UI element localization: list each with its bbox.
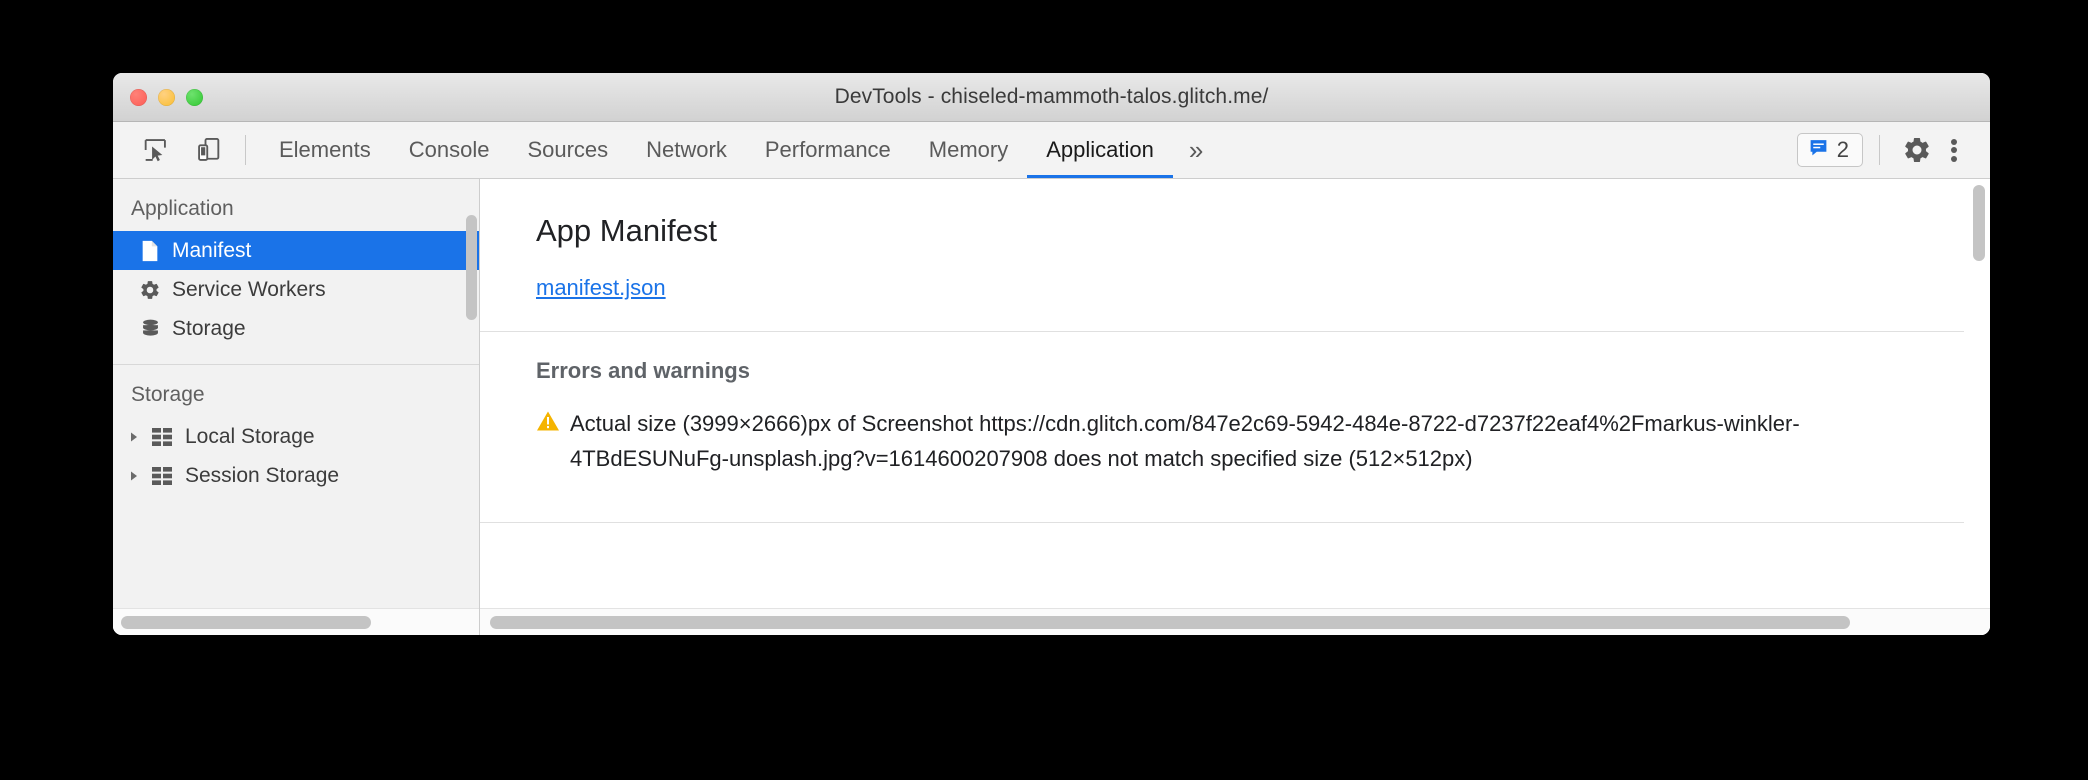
manifest-header-section: App Manifest manifest.json	[480, 179, 1964, 331]
section-divider	[480, 522, 1964, 523]
devtools-toolbar: Elements Console Sources Network Perform…	[113, 122, 1990, 179]
tab-network[interactable]: Network	[627, 122, 746, 178]
scrollbar-thumb[interactable]	[490, 615, 1850, 629]
tab-console[interactable]: Console	[390, 122, 509, 178]
sidebar-item-local-storage[interactable]: Local Storage	[113, 417, 479, 456]
sidebar-item-storage[interactable]: Storage	[113, 309, 479, 348]
warning-row: Actual size (3999×2666)px of Screenshot …	[536, 406, 1964, 476]
sidebar-item-label: Storage	[172, 316, 246, 340]
tabs-overflow-button[interactable]: »	[1173, 122, 1217, 178]
manifest-panel: App Manifest manifest.json Errors and wa…	[480, 179, 1990, 635]
table-grid-icon	[152, 465, 174, 487]
tab-label: Elements	[279, 137, 371, 162]
messages-count: 2	[1836, 137, 1849, 162]
sidebar-section-storage: Storage Local Storage Session Storage	[113, 365, 479, 505]
close-window-button[interactable]	[130, 88, 147, 106]
dot	[1951, 155, 1957, 162]
vertical-dots-icon[interactable]	[1938, 129, 1970, 171]
chevron-right-icon[interactable]	[127, 431, 141, 443]
tab-label: Sources	[527, 137, 609, 162]
sidebar-scroll-area: Application Manifest Service Workers Sto…	[113, 179, 479, 608]
main-horizontal-scrollbar[interactable]	[480, 608, 1990, 635]
warning-triangle-icon	[536, 410, 560, 437]
sidebar-horizontal-scrollbar[interactable]	[113, 608, 479, 635]
minimize-window-button[interactable]	[158, 88, 175, 106]
sidebar-section-title: Storage	[131, 383, 205, 406]
gear-icon	[139, 279, 161, 301]
tab-label: Network	[646, 137, 727, 162]
sidebar-item-label: Local Storage	[185, 424, 315, 448]
scrollbar-thumb[interactable]	[121, 615, 371, 629]
tab-label: Application	[1046, 137, 1154, 162]
maximize-window-button[interactable]	[186, 88, 203, 106]
dot	[1951, 147, 1957, 153]
manifest-scroll-area: App Manifest manifest.json Errors and wa…	[480, 179, 1990, 608]
main-vertical-scrollbar[interactable]	[1973, 185, 1985, 602]
scrollbar-thumb[interactable]	[466, 215, 477, 320]
tab-label: Console	[408, 137, 490, 162]
tab-elements[interactable]: Elements	[260, 122, 390, 178]
messages-badge[interactable]: 2	[1796, 133, 1863, 167]
sidebar-section-title: Application	[131, 197, 234, 220]
toolbar-right-divider	[1879, 135, 1880, 165]
message-bubble-icon	[1808, 137, 1829, 163]
tab-memory[interactable]: Memory	[910, 122, 1027, 178]
database-icon	[139, 318, 161, 340]
toolbar-right-controls: 2	[1796, 122, 1990, 178]
application-sidebar: Application Manifest Service Workers Sto…	[113, 179, 480, 635]
window-titlebar: DevTools - chiseled-mammoth-talos.glitch…	[113, 73, 1990, 122]
sidebar-item-label: Service Workers	[172, 277, 326, 301]
chevron-double-right-icon: »	[1188, 134, 1204, 165]
sidebar-section-application: Application Manifest Service Workers Sto…	[113, 179, 479, 358]
device-toolbar-icon[interactable]	[189, 130, 229, 170]
window-title: DevTools - chiseled-mammoth-talos.glitch…	[834, 85, 1269, 108]
toolbar-divider	[245, 135, 246, 165]
sidebar-vertical-scrollbar[interactable]	[466, 183, 477, 604]
chevron-right-icon[interactable]	[127, 470, 141, 482]
sidebar-item-label: Session Storage	[185, 463, 340, 487]
sidebar-item-session-storage[interactable]: Session Storage	[113, 456, 479, 495]
sidebar-item-service-workers[interactable]: Service Workers	[113, 270, 479, 309]
scrollbar-thumb[interactable]	[1973, 185, 1985, 261]
panel-tabs: Elements Console Sources Network Perform…	[260, 122, 1217, 178]
dot	[1951, 138, 1957, 145]
tab-application[interactable]: Application	[1027, 122, 1173, 178]
sidebar-item-manifest[interactable]: Manifest	[113, 231, 479, 270]
toolbar-left-icons	[113, 122, 229, 178]
inspect-cursor-icon[interactable]	[135, 130, 175, 170]
tab-performance[interactable]: Performance	[746, 122, 910, 178]
manifest-json-link[interactable]: manifest.json	[536, 275, 666, 301]
manifest-content: App Manifest manifest.json Errors and wa…	[480, 179, 1990, 608]
tab-label: Performance	[764, 137, 891, 162]
errors-section-title: Errors and warnings	[536, 358, 750, 383]
traffic-lights	[130, 73, 203, 121]
devtools-body: Application Manifest Service Workers Sto…	[113, 179, 1990, 635]
sidebar-item-label: Manifest	[172, 238, 252, 262]
warning-message: Actual size (3999×2666)px of Screenshot …	[570, 411, 1800, 471]
tab-label: Memory	[928, 137, 1009, 162]
errors-and-warnings-section: Errors and warnings Actual size (3999×26…	[480, 332, 1964, 500]
gear-icon[interactable]	[1896, 129, 1938, 171]
page-title: App Manifest	[536, 213, 717, 248]
tab-sources[interactable]: Sources	[508, 122, 627, 178]
devtools-window: DevTools - chiseled-mammoth-talos.glitch…	[113, 73, 1990, 635]
table-grid-icon	[152, 426, 174, 448]
document-icon	[139, 240, 161, 262]
